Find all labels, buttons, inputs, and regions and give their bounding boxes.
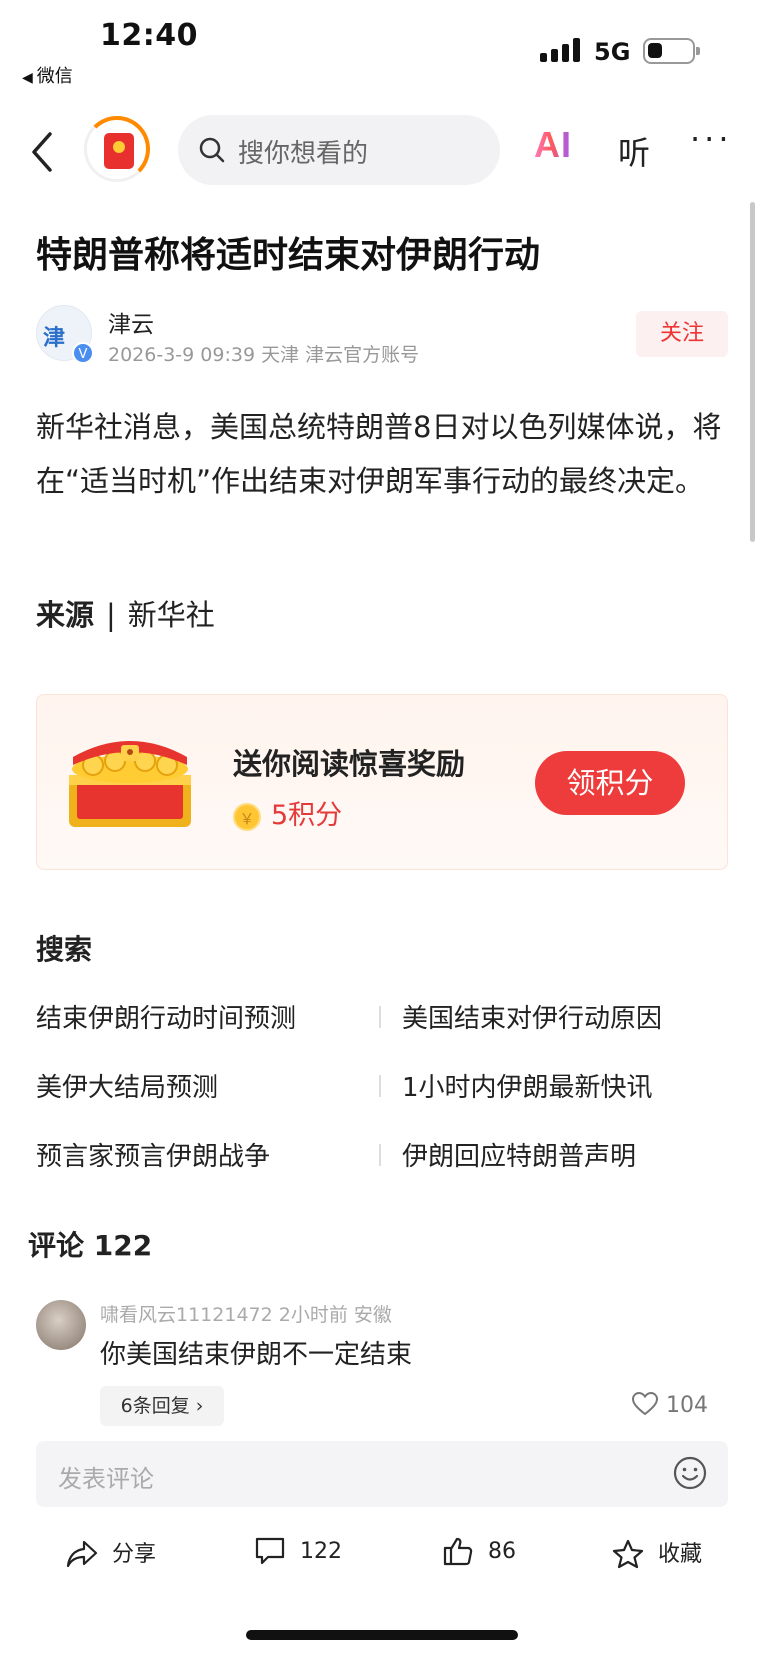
red-packet-icon (104, 133, 134, 169)
comment-input-placeholder: 发表评论 (58, 1465, 154, 1493)
search-suggestion[interactable]: 伊朗回应特朗普声明 (402, 1136, 636, 1173)
top-nav: 搜你想看的 AI 听 ··· (0, 110, 768, 194)
source-separator: | (106, 598, 116, 632)
back-app-label: 微信 (36, 66, 73, 87)
source-name: 新华社 (127, 598, 215, 632)
favorite-label: 收藏 (658, 1542, 703, 1567)
share-button[interactable]: 分享 (66, 1536, 156, 1569)
home-indicator (246, 1630, 518, 1640)
search-icon (199, 137, 225, 163)
suggestion-divider (379, 1006, 381, 1028)
comment-user-line[interactable]: 啸看风云11121472 2小时前 安徽 (100, 1300, 392, 1327)
star-icon (612, 1539, 644, 1569)
article-body: 新华社消息，美国总统特朗普8日对以色列媒体说，将在“适当时机”作出结束对伊朗军事… (36, 410, 722, 498)
comment-input[interactable]: 发表评论 (36, 1441, 728, 1507)
share-label: 分享 (112, 1542, 157, 1567)
source-label: 来源 (36, 598, 95, 632)
scroll-indicator (750, 202, 755, 542)
more-button[interactable]: ··· (690, 120, 733, 158)
back-triangle-icon: ◀ (22, 70, 33, 86)
comment-replies-button[interactable]: 6条回复 › (100, 1386, 224, 1426)
back-to-wechat[interactable]: ◀ 微信 (22, 62, 73, 88)
suggestion-divider (379, 1075, 381, 1097)
search-bar[interactable]: 搜你想看的 (178, 115, 500, 185)
reward-points-value: 5积分 (271, 800, 343, 831)
commenter-avatar[interactable] (36, 1300, 86, 1350)
author-logo-icon: 津 (43, 326, 66, 351)
search-suggestion[interactable]: 1小时内伊朗最新快讯 (402, 1067, 653, 1104)
coin-icon: ￥ (233, 802, 261, 831)
treasure-chest-icon (69, 741, 191, 827)
back-button[interactable] (28, 130, 60, 174)
author-name[interactable]: 津云 (108, 305, 154, 339)
search-suggestion[interactable]: 美伊大结局预测 (36, 1067, 218, 1104)
comment-like-button[interactable]: 104 (631, 1391, 708, 1418)
search-suggestion[interactable]: 结束伊朗行动时间预测 (36, 998, 296, 1035)
battery-icon (643, 38, 700, 64)
search-suggestion[interactable]: 美国结束对伊行动原因 (402, 998, 662, 1035)
favorite-button[interactable]: 收藏 (612, 1536, 702, 1569)
article-source: 来源 | 新华社 (36, 592, 215, 634)
suggestion-divider (379, 1144, 381, 1166)
heart-icon (631, 1391, 659, 1416)
search-placeholder: 搜你想看的 (238, 139, 369, 169)
comments-title: 评论 122 (28, 1229, 153, 1262)
likes-count: 86 (488, 1539, 516, 1564)
comments-button[interactable]: 122 (254, 1536, 342, 1566)
reading-reward-card[interactable]: 送你阅读惊喜奖励 ￥ 5积分 领积分 (36, 694, 728, 870)
comment-text[interactable]: 你美国结束伊朗不一定结束 (100, 1334, 412, 1371)
ai-button[interactable]: AI (534, 124, 572, 166)
status-bar: 12:40 ◀ 微信 5G (0, 0, 768, 96)
search-suggestion[interactable]: 预言家预言伊朗战争 (36, 1136, 270, 1173)
comment-icon (255, 1537, 285, 1565)
verified-icon: V (72, 342, 94, 364)
claim-points-button[interactable]: 领积分 (535, 751, 685, 815)
search-section-title: 搜索 (36, 933, 93, 966)
status-time: 12:40 (100, 18, 198, 53)
emoji-icon[interactable] (672, 1455, 708, 1491)
reward-title: 送你阅读惊喜奖励 (233, 747, 466, 781)
bottom-toolbar: 分享 122 86 收藏 (0, 1520, 768, 1590)
article-meta: 2026-3-9 09:39 天津 津云官方账号 (108, 344, 420, 366)
reward-points: ￥ 5积分 (233, 793, 342, 832)
network-type: 5G (594, 38, 631, 66)
listen-button[interactable]: 听 (618, 128, 650, 174)
like-button[interactable]: 86 (442, 1536, 516, 1566)
comment-like-count: 104 (666, 1393, 708, 1418)
article-title: 特朗普称将适时结束对伊朗行动 (36, 235, 541, 276)
author-avatar[interactable]: 津 V (36, 305, 94, 364)
share-icon (66, 1540, 98, 1568)
thumbs-up-icon (443, 1537, 473, 1566)
red-packet-button[interactable] (84, 116, 150, 182)
comments-count: 122 (300, 1539, 342, 1564)
signal-icon (540, 38, 582, 62)
back-arrow-icon (32, 132, 52, 172)
follow-button[interactable]: 关注 (636, 311, 728, 357)
